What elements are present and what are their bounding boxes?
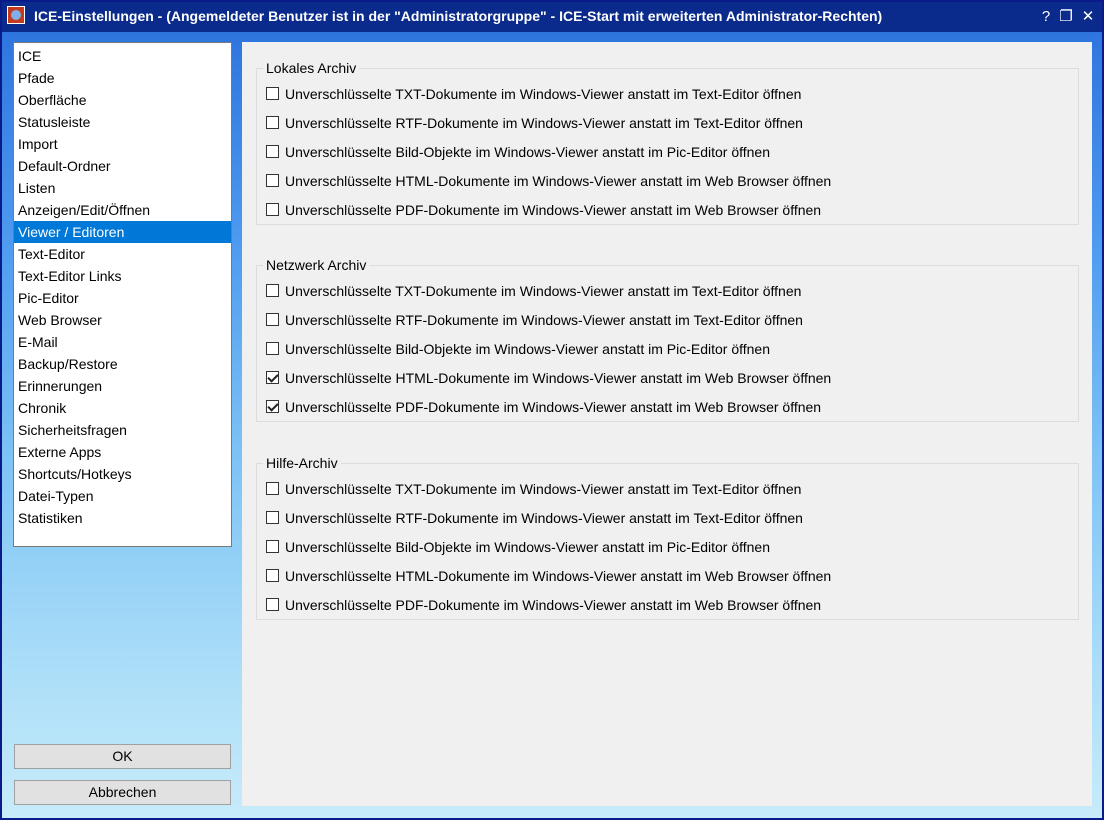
option-label: Unverschlüsselte PDF-Dokumente im Window… bbox=[285, 202, 822, 218]
option-label: Unverschlüsselte RTF-Dokumente im Window… bbox=[285, 312, 803, 328]
close-icon[interactable]: ✕ bbox=[1078, 7, 1098, 27]
sidebar-item-pfade[interactable]: Pfade bbox=[14, 67, 231, 89]
checkbox[interactable] bbox=[266, 174, 279, 187]
checkbox[interactable] bbox=[266, 116, 279, 129]
title-bar[interactable]: ICE-Einstellungen - (Angemeldeter Benutz… bbox=[2, 2, 1102, 32]
sidebar-item-anzeigen-edit-oeffnen[interactable]: Anzeigen/Edit/Öffnen bbox=[14, 199, 231, 221]
group-title: Lokales Archiv bbox=[263, 60, 360, 76]
checkbox[interactable] bbox=[266, 598, 279, 611]
option-label: Unverschlüsselte PDF-Dokumente im Window… bbox=[285, 399, 822, 415]
option-label: Unverschlüsselte HTML-Dokumente im Windo… bbox=[285, 370, 832, 386]
restore-icon[interactable]: ❐ bbox=[1056, 7, 1076, 27]
sidebar-item-datei-typen[interactable]: Datei-Typen bbox=[14, 485, 231, 507]
sidebar-item-statusleiste[interactable]: Statusleiste bbox=[14, 111, 231, 133]
option-label: Unverschlüsselte HTML-Dokumente im Windo… bbox=[285, 568, 832, 584]
group-hilfe-archiv: Hilfe-Archiv Unverschlüsselte TXT-Dokume… bbox=[256, 455, 1079, 620]
sidebar-item-statistiken[interactable]: Statistiken bbox=[14, 507, 231, 529]
option-label: Unverschlüsselte RTF-Dokumente im Window… bbox=[285, 115, 803, 131]
sidebar-item-text-editor[interactable]: Text-Editor bbox=[14, 243, 231, 265]
category-list[interactable]: ICE Pfade Oberfläche Statusleiste Import… bbox=[13, 42, 232, 547]
checkbox[interactable] bbox=[266, 482, 279, 495]
option-label: Unverschlüsselte TXT-Dokumente im Window… bbox=[285, 283, 802, 299]
cancel-button[interactable]: Abbrechen bbox=[14, 780, 231, 805]
sidebar-item-import[interactable]: Import bbox=[14, 133, 231, 155]
checkbox[interactable] bbox=[266, 284, 279, 297]
checkbox[interactable] bbox=[266, 569, 279, 582]
sidebar-item-text-editor-links[interactable]: Text-Editor Links bbox=[14, 265, 231, 287]
help-icon[interactable]: ? bbox=[1036, 7, 1056, 27]
option-label: Unverschlüsselte HTML-Dokumente im Windo… bbox=[285, 173, 832, 189]
sidebar-item-backup-restore[interactable]: Backup/Restore bbox=[14, 353, 231, 375]
option-label: Unverschlüsselte Bild-Objekte im Windows… bbox=[285, 341, 771, 357]
option-label: Unverschlüsselte Bild-Objekte im Windows… bbox=[285, 539, 771, 555]
sidebar-item-sicherheitsfragen[interactable]: Sicherheitsfragen bbox=[14, 419, 231, 441]
sidebar-item-ice[interactable]: ICE bbox=[14, 45, 231, 67]
window-title: ICE-Einstellungen - (Angemeldeter Benutz… bbox=[34, 8, 883, 24]
group-netzwerk-archiv: Netzwerk Archiv Unverschlüsselte TXT-Dok… bbox=[256, 257, 1079, 422]
sidebar-item-shortcuts-hotkeys[interactable]: Shortcuts/Hotkeys bbox=[14, 463, 231, 485]
sidebar-item-web-browser[interactable]: Web Browser bbox=[14, 309, 231, 331]
checkbox[interactable] bbox=[266, 313, 279, 326]
settings-panel: Lokales Archiv Unverschlüsselte TXT-Doku… bbox=[242, 42, 1092, 806]
checkbox[interactable] bbox=[266, 203, 279, 216]
checkbox[interactable] bbox=[266, 145, 279, 158]
checkbox[interactable] bbox=[266, 400, 279, 413]
sidebar-item-externe-apps[interactable]: Externe Apps bbox=[14, 441, 231, 463]
checkbox[interactable] bbox=[266, 342, 279, 355]
option-label: Unverschlüsselte PDF-Dokumente im Window… bbox=[285, 597, 822, 613]
sidebar-item-listen[interactable]: Listen bbox=[14, 177, 231, 199]
sidebar-item-viewer-editoren[interactable]: Viewer / Editoren bbox=[14, 221, 231, 243]
sidebar-item-oberflaeche[interactable]: Oberfläche bbox=[14, 89, 231, 111]
checkbox[interactable] bbox=[266, 511, 279, 524]
sidebar-item-erinnerungen[interactable]: Erinnerungen bbox=[14, 375, 231, 397]
option-label: Unverschlüsselte TXT-Dokumente im Window… bbox=[285, 481, 802, 497]
option-label: Unverschlüsselte RTF-Dokumente im Window… bbox=[285, 510, 803, 526]
sidebar-item-pic-editor[interactable]: Pic-Editor bbox=[14, 287, 231, 309]
group-title: Hilfe-Archiv bbox=[263, 455, 341, 471]
checkbox[interactable] bbox=[266, 540, 279, 553]
checkbox[interactable] bbox=[266, 371, 279, 384]
option-label: Unverschlüsselte Bild-Objekte im Windows… bbox=[285, 144, 771, 160]
checkbox[interactable] bbox=[266, 87, 279, 100]
sidebar-item-default-ordner[interactable]: Default-Ordner bbox=[14, 155, 231, 177]
option-label: Unverschlüsselte TXT-Dokumente im Window… bbox=[285, 86, 802, 102]
app-icon[interactable] bbox=[7, 6, 25, 24]
group-lokales-archiv: Lokales Archiv Unverschlüsselte TXT-Doku… bbox=[256, 60, 1079, 225]
ok-button[interactable]: OK bbox=[14, 744, 231, 769]
sidebar-item-e-mail[interactable]: E-Mail bbox=[14, 331, 231, 353]
settings-window: ICE-Einstellungen - (Angemeldeter Benutz… bbox=[0, 0, 1104, 820]
sidebar-item-chronik[interactable]: Chronik bbox=[14, 397, 231, 419]
group-title: Netzwerk Archiv bbox=[263, 257, 370, 273]
